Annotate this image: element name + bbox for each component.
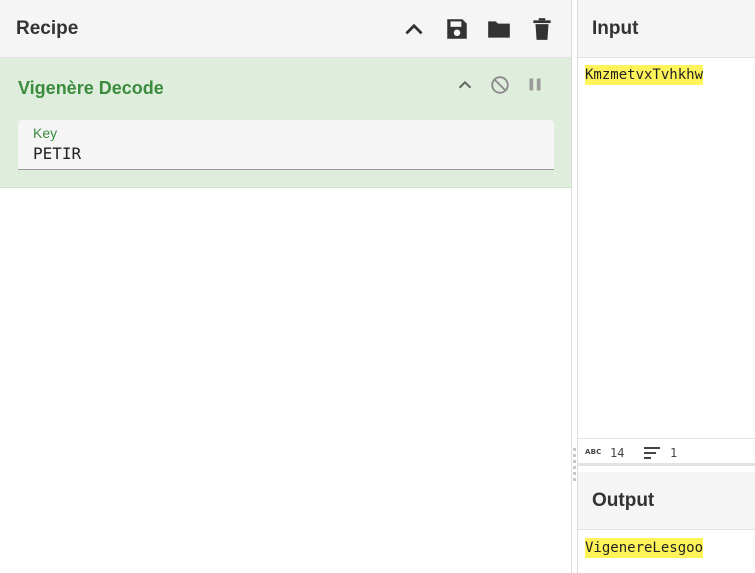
pane-splitter-handle[interactable]	[573, 448, 576, 488]
key-input[interactable]: PETIR	[33, 144, 533, 163]
input-status-bar: ABC 14 1	[578, 438, 755, 466]
length-icon: ABC	[585, 448, 602, 456]
save-icon[interactable]	[444, 16, 470, 42]
key-field[interactable]: Key PETIR	[18, 120, 554, 170]
input-lines: 1	[670, 446, 678, 460]
recipe-header: Recipe	[0, 0, 571, 58]
trash-icon[interactable]	[529, 16, 555, 42]
output-title: Output	[592, 490, 655, 511]
recipe-title: Recipe	[16, 18, 79, 39]
output-text[interactable]: VigenereLesgoo	[585, 538, 704, 558]
recipe-pane: Recipe Vigenère Decode Key PETIR	[0, 0, 572, 573]
folder-icon[interactable]	[486, 16, 512, 42]
operation-vigenere-decode[interactable]: Vigenère Decode Key PETIR	[0, 58, 571, 188]
io-pane: Input KmzmetvxTvhkhw ABC 14 1 Output Vig…	[577, 0, 755, 573]
operation-title: Vigenère Decode	[18, 78, 164, 98]
lines-icon	[644, 447, 660, 459]
chevron-up-icon[interactable]	[454, 74, 476, 96]
input-length: 14	[610, 446, 625, 460]
disable-icon[interactable]	[489, 74, 511, 96]
chevron-up-icon[interactable]	[401, 16, 427, 42]
output-header: Output	[578, 472, 755, 530]
input-title: Input	[592, 18, 639, 39]
pause-icon[interactable]	[524, 74, 546, 96]
input-text[interactable]: KmzmetvxTvhkhw	[585, 65, 704, 85]
key-label: Key	[33, 125, 58, 141]
input-header: Input	[578, 0, 755, 58]
